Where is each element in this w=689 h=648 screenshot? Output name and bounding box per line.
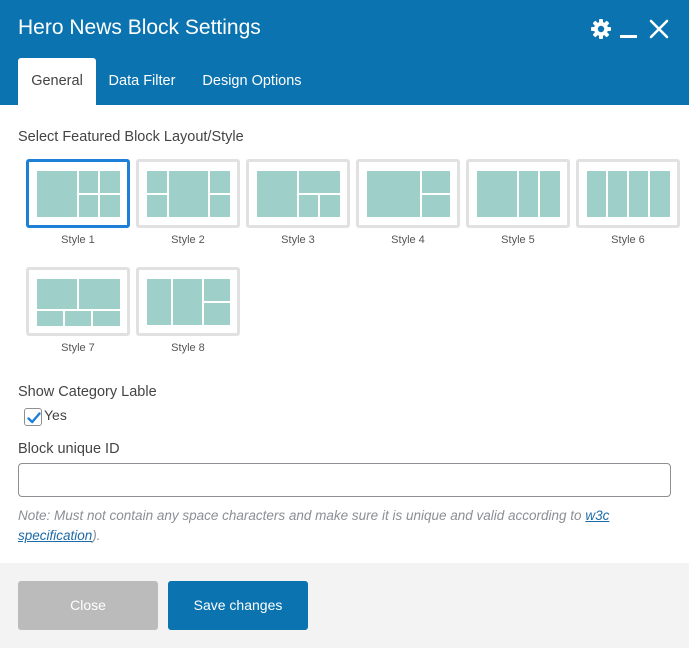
layout-style-5-thumbnail[interactable] [466, 159, 570, 228]
tab-data-filter[interactable]: Data Filter [100, 58, 184, 105]
save-changes-button[interactable]: Save changes [168, 581, 308, 630]
layout-style-8-thumbnail[interactable] [136, 267, 240, 336]
close-icon[interactable] [648, 18, 670, 40]
layout-style-6[interactable]: Style 6 [576, 159, 680, 246]
block-id-label: Block unique ID [18, 441, 120, 457]
dialog-header: Hero News Block Settings General Data Fi… [0, 0, 689, 105]
show-category-checkbox[interactable] [24, 408, 42, 426]
block-id-input[interactable] [18, 463, 671, 497]
close-button[interactable]: Close [18, 581, 158, 630]
category-label: Show Category Lable [18, 384, 157, 400]
layout-style-5[interactable]: Style 5 [466, 159, 570, 246]
dialog-title: Hero News Block Settings [18, 16, 261, 39]
layout-style-3[interactable]: Style 3 [246, 159, 350, 246]
tab-design-options[interactable]: Design Options [192, 58, 312, 105]
layout-style-7[interactable]: Style 7 [26, 267, 130, 354]
layout-style-4-label: Style 4 [391, 234, 425, 246]
checkmark-icon [27, 412, 41, 424]
layout-style-3-thumbnail[interactable] [246, 159, 350, 228]
layout-style-5-label: Style 5 [501, 234, 535, 246]
layout-section-label: Select Featured Block Layout/Style [18, 129, 244, 145]
layout-style-2-label: Style 2 [171, 234, 205, 246]
layout-style-4-thumbnail[interactable] [356, 159, 460, 228]
layout-style-3-label: Style 3 [281, 234, 315, 246]
gear-icon[interactable] [590, 18, 612, 40]
show-category-checkbox-label[interactable]: Yes [44, 407, 67, 423]
layout-style-4[interactable]: Style 4 [356, 159, 460, 246]
layout-style-7-thumbnail[interactable] [26, 267, 130, 336]
block-id-note-suffix: ). [92, 528, 101, 543]
layout-style-1[interactable]: Style 1 [26, 159, 130, 246]
layout-style-1-thumbnail[interactable] [26, 159, 130, 228]
block-id-note-text: Note: Must not contain any space charact… [18, 508, 586, 523]
layout-style-8-label: Style 8 [171, 342, 205, 354]
layout-style-1-label: Style 1 [61, 234, 95, 246]
minimize-icon[interactable] [618, 18, 640, 40]
layout-style-8[interactable]: Style 8 [136, 267, 240, 354]
tab-general[interactable]: General [18, 58, 96, 105]
layout-style-6-thumbnail[interactable] [576, 159, 680, 228]
layout-style-2-thumbnail[interactable] [136, 159, 240, 228]
layout-style-7-label: Style 7 [61, 342, 95, 354]
settings-dialog: Hero News Block Settings General Data Fi… [0, 0, 689, 648]
layout-style-6-label: Style 6 [611, 234, 645, 246]
block-id-note: Note: Must not contain any space charact… [18, 506, 658, 546]
layout-style-2[interactable]: Style 2 [136, 159, 240, 246]
